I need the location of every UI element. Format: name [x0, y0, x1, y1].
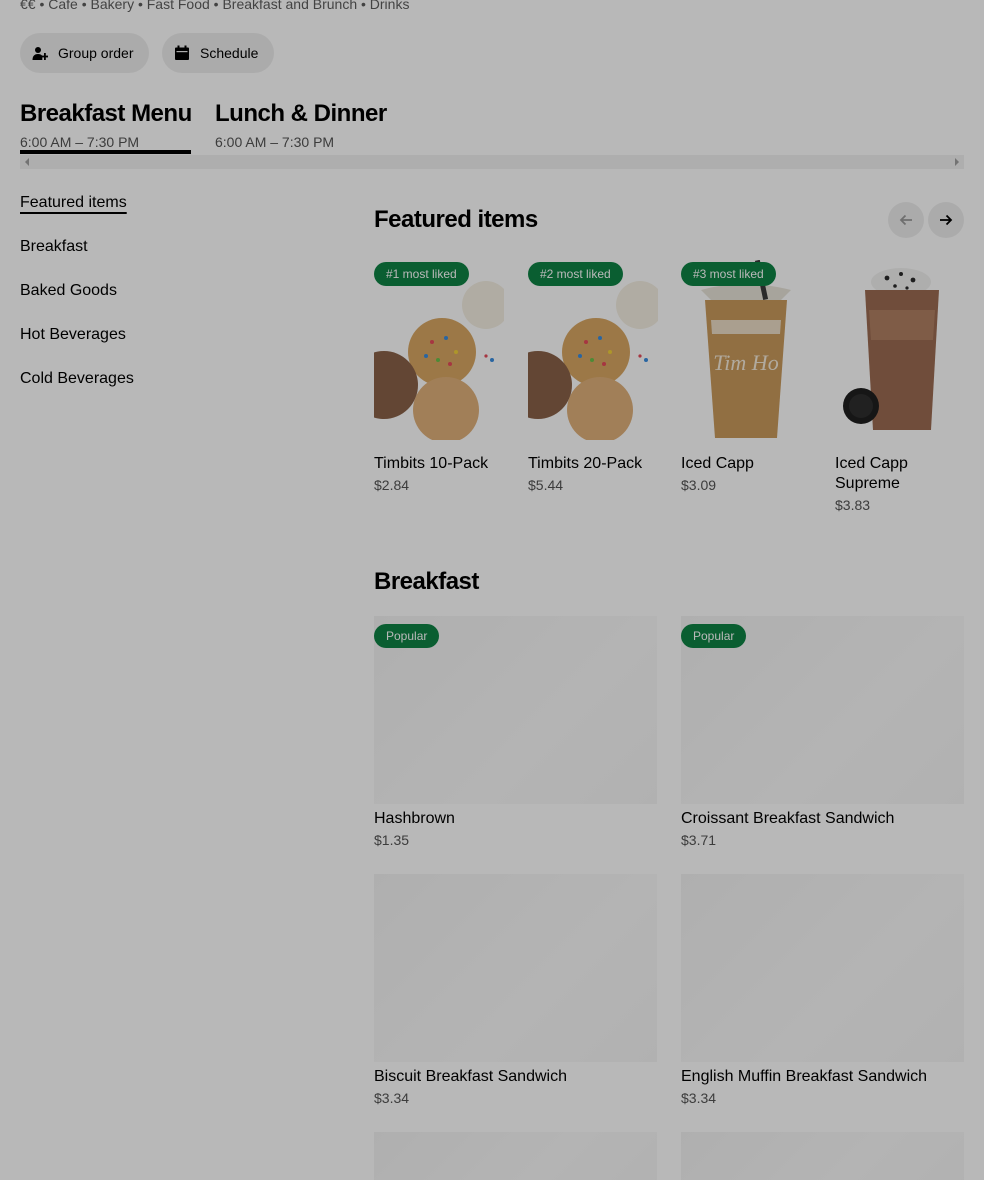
item-image: #3 most liked Tim Ho — [681, 260, 811, 440]
item-name: English Muffin Breakfast Sandwich — [681, 1068, 928, 1085]
item-image-placeholder — [374, 1132, 657, 1180]
menu-item-card[interactable] — [374, 1132, 657, 1180]
group-order-button[interactable]: Group order — [20, 33, 150, 73]
rank-badge: #1 most liked — [374, 262, 469, 286]
popular-badge: Popular — [681, 624, 747, 648]
item-price: $1.35 — [374, 832, 410, 848]
sidebar-item-baked-goods[interactable]: Baked Goods — [20, 280, 134, 324]
featured-item-card[interactable]: Iced Capp Supreme $3.83 — [835, 260, 965, 513]
item-name: Timbits 10-Pack — [374, 455, 489, 472]
menu-item-card[interactable]: Popular Croissant Breakfast Sandwich $3.… — [681, 616, 964, 848]
featured-item-card[interactable]: #1 most liked Timbits 10-Pack $2.84 — [374, 260, 504, 493]
item-price: $3.09 — [681, 477, 717, 493]
item-name: Croissant Breakfast Sandwich — [681, 810, 895, 827]
item-image-placeholder — [374, 874, 657, 1062]
item-price: $2.84 — [374, 477, 410, 493]
tab-lunch-dinner[interactable]: Lunch & Dinner 6:00 AM – 7:30 PM — [215, 100, 387, 150]
sidebar-item-featured-items[interactable]: Featured items — [20, 192, 134, 236]
arrow-left-icon — [899, 214, 912, 226]
item-name: Iced Capp Supreme — [835, 455, 908, 492]
breakfast-section-title: Breakfast — [374, 568, 479, 595]
schedule-button[interactable]: Schedule — [162, 33, 275, 73]
svg-text:Tim Ho: Tim Ho — [713, 350, 778, 375]
menu-item-card[interactable]: English Muffin Breakfast Sandwich $3.34 — [681, 874, 964, 1106]
store-tagline: €€ • Cafe • Bakery • Fast Food • Breakfa… — [20, 0, 410, 12]
item-image: #1 most liked — [374, 260, 504, 440]
item-price: $3.83 — [835, 497, 871, 513]
item-name: Iced Capp — [681, 455, 754, 472]
rank-badge: #2 most liked — [528, 262, 623, 286]
arrow-right-icon — [940, 214, 953, 226]
item-name: Hashbrown — [374, 810, 455, 827]
category-sidebar: Featured items Breakfast Baked Goods Hot… — [20, 192, 134, 412]
active-tab-indicator — [20, 150, 191, 154]
iced-capp-supreme-image — [843, 268, 939, 430]
featured-item-card[interactable]: #2 most liked Timbits 20-Pack $5.44 — [528, 260, 658, 493]
item-name: Timbits 20-Pack — [528, 455, 643, 472]
iced-capp-image: Tim Ho — [701, 260, 791, 438]
item-price: $3.34 — [374, 1090, 410, 1106]
timbits-image — [374, 281, 504, 440]
tab-title: Lunch & Dinner — [215, 100, 387, 127]
carousel-prev-button[interactable] — [888, 202, 924, 238]
add-person-icon — [32, 47, 48, 60]
item-name: Biscuit Breakfast Sandwich — [374, 1068, 567, 1085]
item-image-placeholder — [681, 1132, 964, 1180]
featured-item-card[interactable]: #3 most liked Tim Ho Iced Capp $3.09 — [681, 260, 811, 493]
tab-hours: 6:00 AM – 7:30 PM — [20, 134, 140, 150]
menu-item-card[interactable]: Biscuit Breakfast Sandwich $3.34 — [374, 874, 657, 1106]
schedule-label: Schedule — [200, 45, 259, 61]
sidebar-item-breakfast[interactable]: Breakfast — [20, 236, 134, 280]
tab-breakfast-menu[interactable]: Breakfast Menu 6:00 AM – 7:30 PM — [20, 100, 192, 150]
item-image: #2 most liked — [528, 260, 658, 440]
rank-badge: #3 most liked — [681, 262, 776, 286]
item-image-placeholder: Popular — [374, 616, 657, 804]
item-image-placeholder: Popular — [681, 616, 964, 804]
item-price: $5.44 — [528, 477, 564, 493]
tab-title: Breakfast Menu — [20, 100, 192, 127]
tab-hours: 6:00 AM – 7:30 PM — [215, 134, 335, 150]
featured-section-title: Featured items — [374, 206, 538, 233]
horizontal-scrollbar[interactable] — [20, 155, 964, 169]
sidebar-item-cold-beverages[interactable]: Cold Beverages — [20, 368, 134, 412]
item-price: $3.71 — [681, 832, 717, 848]
calendar-icon — [175, 45, 189, 60]
carousel-next-button[interactable] — [928, 202, 964, 238]
item-price: $3.34 — [681, 1090, 717, 1106]
scroll-right-icon[interactable] — [955, 158, 959, 166]
menu-item-card[interactable] — [681, 1132, 964, 1180]
popular-badge: Popular — [374, 624, 440, 648]
menu-item-card[interactable]: Popular Hashbrown $1.35 — [374, 616, 657, 848]
item-image-placeholder — [681, 874, 964, 1062]
item-image — [835, 260, 965, 440]
scroll-left-icon[interactable] — [25, 158, 29, 166]
timbits-image — [528, 281, 658, 440]
sidebar-item-hot-beverages[interactable]: Hot Beverages — [20, 324, 134, 368]
group-order-label: Group order — [58, 45, 134, 61]
